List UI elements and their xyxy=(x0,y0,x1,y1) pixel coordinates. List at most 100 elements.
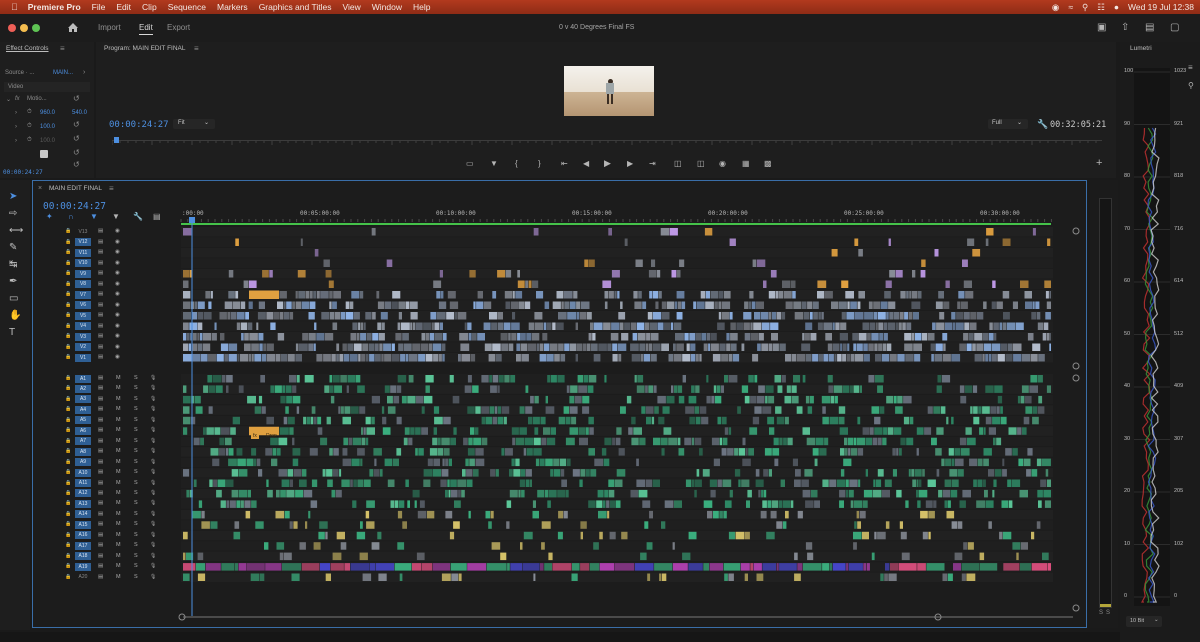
clip[interactable] xyxy=(620,406,626,414)
clip[interactable] xyxy=(211,333,217,341)
solo-button[interactable]: S xyxy=(134,468,138,476)
clip[interactable] xyxy=(218,448,226,456)
clip[interactable] xyxy=(518,489,521,498)
clip[interactable] xyxy=(393,395,400,404)
clip[interactable] xyxy=(674,301,678,310)
clip[interactable] xyxy=(818,354,823,362)
clip[interactable] xyxy=(897,395,903,404)
clip[interactable] xyxy=(1016,552,1019,561)
clip[interactable] xyxy=(457,312,467,320)
clip[interactable] xyxy=(579,312,587,320)
clip[interactable] xyxy=(235,238,239,247)
clip[interactable] xyxy=(849,385,853,393)
clip[interactable] xyxy=(244,333,249,341)
clip[interactable] xyxy=(771,500,779,508)
clip[interactable] xyxy=(750,563,753,571)
clip[interactable] xyxy=(653,291,659,299)
clip[interactable] xyxy=(709,563,724,571)
clip[interactable] xyxy=(990,406,997,414)
clip[interactable] xyxy=(895,270,903,278)
clip[interactable] xyxy=(703,563,709,571)
clip[interactable] xyxy=(183,301,191,310)
clip[interactable] xyxy=(299,542,306,550)
clip[interactable] xyxy=(960,395,967,404)
v-scroll-handle[interactable] xyxy=(1072,227,1080,235)
clip[interactable] xyxy=(541,521,551,529)
clip[interactable] xyxy=(911,301,921,310)
clip[interactable] xyxy=(791,395,799,404)
clip[interactable] xyxy=(301,563,320,571)
clip[interactable] xyxy=(723,510,727,519)
solo-button[interactable]: S xyxy=(134,437,138,445)
clip[interactable] xyxy=(1012,301,1018,310)
clip[interactable] xyxy=(534,322,544,331)
clip[interactable] xyxy=(432,437,438,446)
clip[interactable] xyxy=(631,354,641,362)
clip[interactable] xyxy=(713,385,717,393)
clip[interactable] xyxy=(875,479,882,488)
menu-view[interactable]: View xyxy=(342,2,360,12)
clip[interactable] xyxy=(501,343,509,352)
clip[interactable] xyxy=(392,458,399,467)
clip[interactable] xyxy=(208,385,216,393)
clip[interactable] xyxy=(291,573,300,582)
clip[interactable] xyxy=(944,479,952,488)
clip[interactable] xyxy=(415,322,423,331)
clip[interactable] xyxy=(533,228,539,236)
clip[interactable] xyxy=(774,458,779,467)
clip[interactable] xyxy=(266,479,269,488)
clip[interactable] xyxy=(483,301,492,310)
clip[interactable] xyxy=(402,333,409,341)
clip[interactable] xyxy=(458,489,461,498)
clip[interactable] xyxy=(237,354,240,362)
clip[interactable] xyxy=(718,291,724,299)
clip[interactable] xyxy=(355,375,361,383)
clip[interactable] xyxy=(961,573,966,582)
clip[interactable] xyxy=(262,270,269,278)
clip[interactable] xyxy=(392,291,401,299)
clip[interactable] xyxy=(954,552,963,561)
solo-button[interactable]: S xyxy=(134,499,138,507)
clip[interactable] xyxy=(544,489,549,498)
clip[interactable] xyxy=(882,343,887,352)
clip[interactable] xyxy=(606,500,610,508)
clip[interactable] xyxy=(183,280,189,289)
clip[interactable] xyxy=(598,343,607,352)
clip[interactable] xyxy=(569,395,575,404)
clip[interactable] xyxy=(705,301,714,310)
clip[interactable] xyxy=(792,291,796,299)
clip[interactable] xyxy=(900,291,906,299)
clip[interactable] xyxy=(807,552,814,561)
clip[interactable] xyxy=(877,531,886,540)
clip[interactable] xyxy=(729,312,733,320)
clip[interactable] xyxy=(1020,542,1028,550)
clip[interactable] xyxy=(561,301,564,310)
clip[interactable] xyxy=(511,322,520,331)
clip[interactable] xyxy=(875,322,878,331)
clip[interactable] xyxy=(846,312,855,320)
clip[interactable] xyxy=(763,469,769,477)
clip[interactable] xyxy=(546,322,552,331)
clip[interactable] xyxy=(1038,395,1043,404)
clip[interactable] xyxy=(647,312,653,320)
clip[interactable] xyxy=(293,521,298,529)
clip[interactable] xyxy=(719,510,723,519)
clip[interactable] xyxy=(257,312,266,320)
clip[interactable] xyxy=(774,375,782,383)
track-label-a5[interactable]: A5 xyxy=(75,416,91,425)
clip[interactable] xyxy=(552,322,556,331)
clip[interactable] xyxy=(1013,354,1022,362)
clip[interactable] xyxy=(272,448,277,456)
clip[interactable] xyxy=(955,322,964,331)
clip[interactable] xyxy=(331,354,336,362)
clip[interactable] xyxy=(398,343,404,352)
clip[interactable] xyxy=(508,333,511,341)
clip[interactable] xyxy=(537,489,545,498)
v-scroll-handle[interactable] xyxy=(1072,604,1080,612)
clip[interactable] xyxy=(612,437,616,446)
clip[interactable] xyxy=(520,542,523,550)
selection-tool-icon[interactable]: ➤ xyxy=(9,192,17,202)
clip[interactable] xyxy=(431,322,434,331)
clip[interactable] xyxy=(840,343,843,352)
clip[interactable] xyxy=(497,270,506,278)
